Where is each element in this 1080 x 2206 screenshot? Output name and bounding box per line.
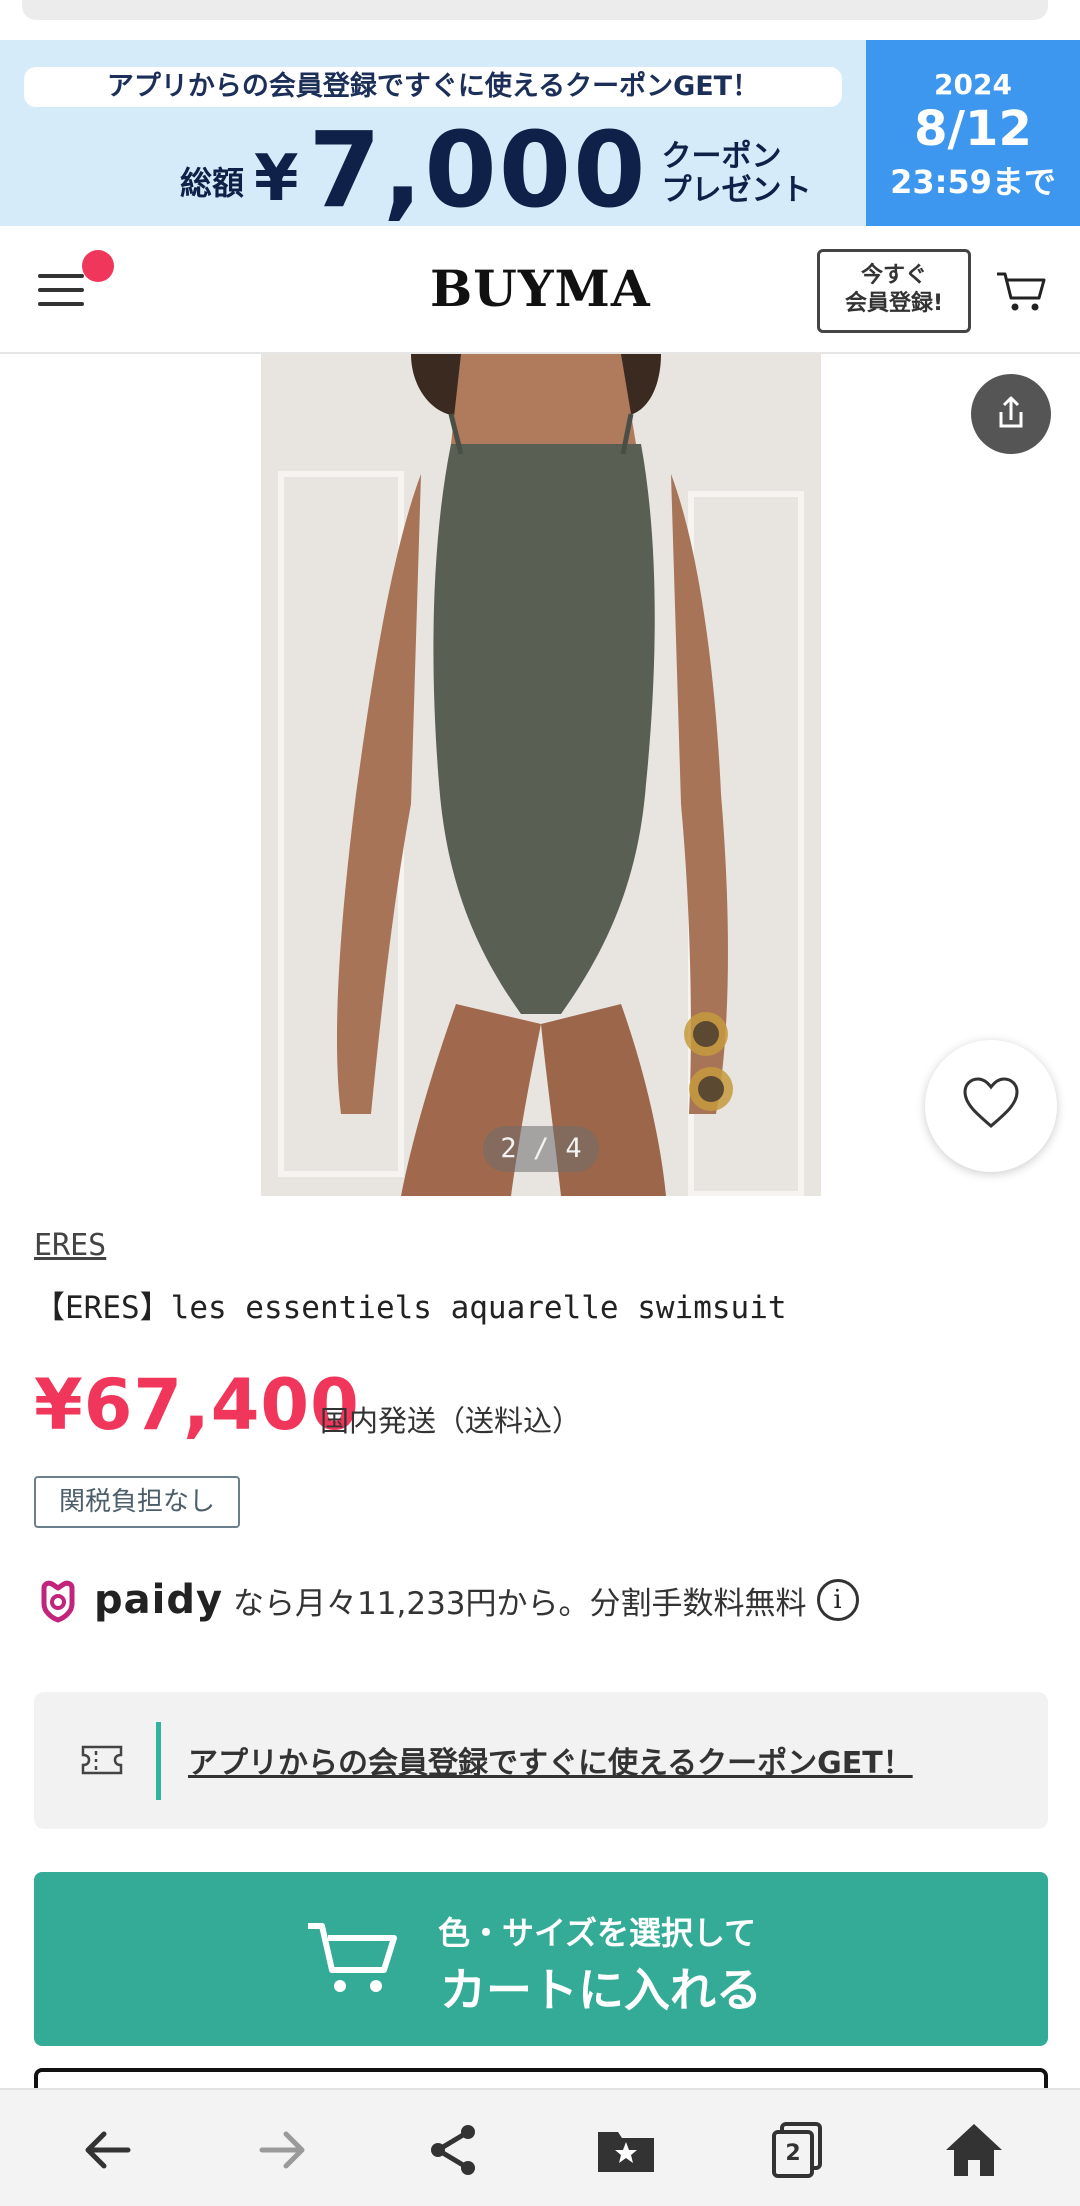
notification-dot xyxy=(82,250,114,282)
product-gallery[interactable]: 2 / 4 xyxy=(0,354,1080,1196)
promo-banner[interactable]: アプリからの会員登録ですぐに使えるクーポンGET！ 総額 ¥ 7,000 クーポ… xyxy=(0,40,1080,226)
banner-headline: アプリからの会員登録ですぐに使えるクーポンGET！ xyxy=(24,67,842,107)
product-price: ¥67,400 xyxy=(34,1364,360,1446)
coupon-separator xyxy=(156,1722,161,1800)
cart-button-line2: カートに入れる xyxy=(440,1963,762,2017)
banner-coupon-text: クーポン プレゼント xyxy=(662,140,812,208)
banner-amount-row: 総額 ¥ 7,000 クーポン プレゼント xyxy=(180,112,812,222)
cart-button-line1: 色・サイズを選択して xyxy=(438,1914,757,1952)
share-icon[interactable] xyxy=(422,2118,486,2182)
cart-icon[interactable] xyxy=(995,268,1047,314)
menu-line xyxy=(38,302,84,306)
add-to-cart-button[interactable]: 色・サイズを選択して カートに入れる xyxy=(34,1872,1048,2046)
register-line1: 今すぐ xyxy=(860,263,927,288)
banner-coupon-line1: クーポン xyxy=(661,139,782,174)
menu-line xyxy=(38,288,84,292)
share-button[interactable] xyxy=(971,374,1051,454)
favorite-button[interactable] xyxy=(925,1040,1057,1172)
coupon-link[interactable]: アプリからの会員登録ですぐに使えるクーポンGET！ xyxy=(188,1738,913,1782)
banner-date-box: 2024 8/12 23:59まで xyxy=(866,40,1080,226)
banner-date-day: 8/12 xyxy=(914,101,1032,157)
brand-link[interactable]: ERES xyxy=(34,1228,106,1263)
share-upload-icon xyxy=(999,396,1023,428)
buyma-logo[interactable]: BUYMA xyxy=(430,256,650,322)
coupon-banner[interactable]: アプリからの会員登録ですぐに使えるクーポンGET！ xyxy=(34,1692,1048,1829)
banner-coupon-line2: プレゼント xyxy=(661,173,812,208)
ticket-icon xyxy=(81,1745,123,1775)
register-button[interactable]: 今すぐ 会員登録! xyxy=(817,249,971,333)
top-strip xyxy=(0,0,1080,40)
back-arrow-icon[interactable] xyxy=(76,2118,140,2182)
tabs-count: 2 xyxy=(785,2141,801,2166)
browser-bottom-nav: 2 xyxy=(0,2088,1080,2206)
image-counter: 2 / 4 xyxy=(483,1126,599,1172)
banner-date-time: 23:59まで xyxy=(890,163,1056,201)
menu-line xyxy=(38,274,84,278)
heart-icon xyxy=(963,1077,1019,1128)
cart-icon xyxy=(308,1923,397,1992)
info-icon[interactable]: i xyxy=(816,1579,859,1621)
banner-date-year: 2024 xyxy=(934,68,1012,101)
product-title: 【ERES】les essentiels aquarelle swimsuit xyxy=(34,1290,787,1326)
paidy-logo-icon xyxy=(41,1580,75,1623)
product-photo[interactable] xyxy=(261,354,821,1196)
top-strip-bar xyxy=(22,0,1048,20)
tabs-button[interactable]: 2 xyxy=(766,2118,830,2182)
paidy-installment-row: paidy なら月々11,233円から。分割手数料無料 i xyxy=(34,1575,859,1625)
paidy-text: なら月々11,233円から。分割手数料無料 xyxy=(233,1585,807,1622)
home-icon[interactable] xyxy=(942,2118,1006,2182)
register-line2: 会員登録! xyxy=(844,291,944,316)
tax-badge: 関税負担なし xyxy=(34,1476,240,1528)
site-header: BUYMA 今すぐ 会員登録! xyxy=(0,226,1080,354)
forward-arrow-icon[interactable] xyxy=(250,2118,314,2182)
banner-total-label: 総額 xyxy=(180,164,245,202)
banner-amount: 7,000 xyxy=(308,109,648,231)
hamburger-menu-button[interactable] xyxy=(36,250,114,312)
bookmark-star-icon[interactable] xyxy=(594,2118,658,2182)
banner-currency: ¥ xyxy=(254,142,299,216)
shipping-info: 国内発送（送料込） xyxy=(320,1404,582,1438)
paidy-brand: paidy xyxy=(94,1577,224,1623)
product-photo-illustration xyxy=(261,354,821,1196)
